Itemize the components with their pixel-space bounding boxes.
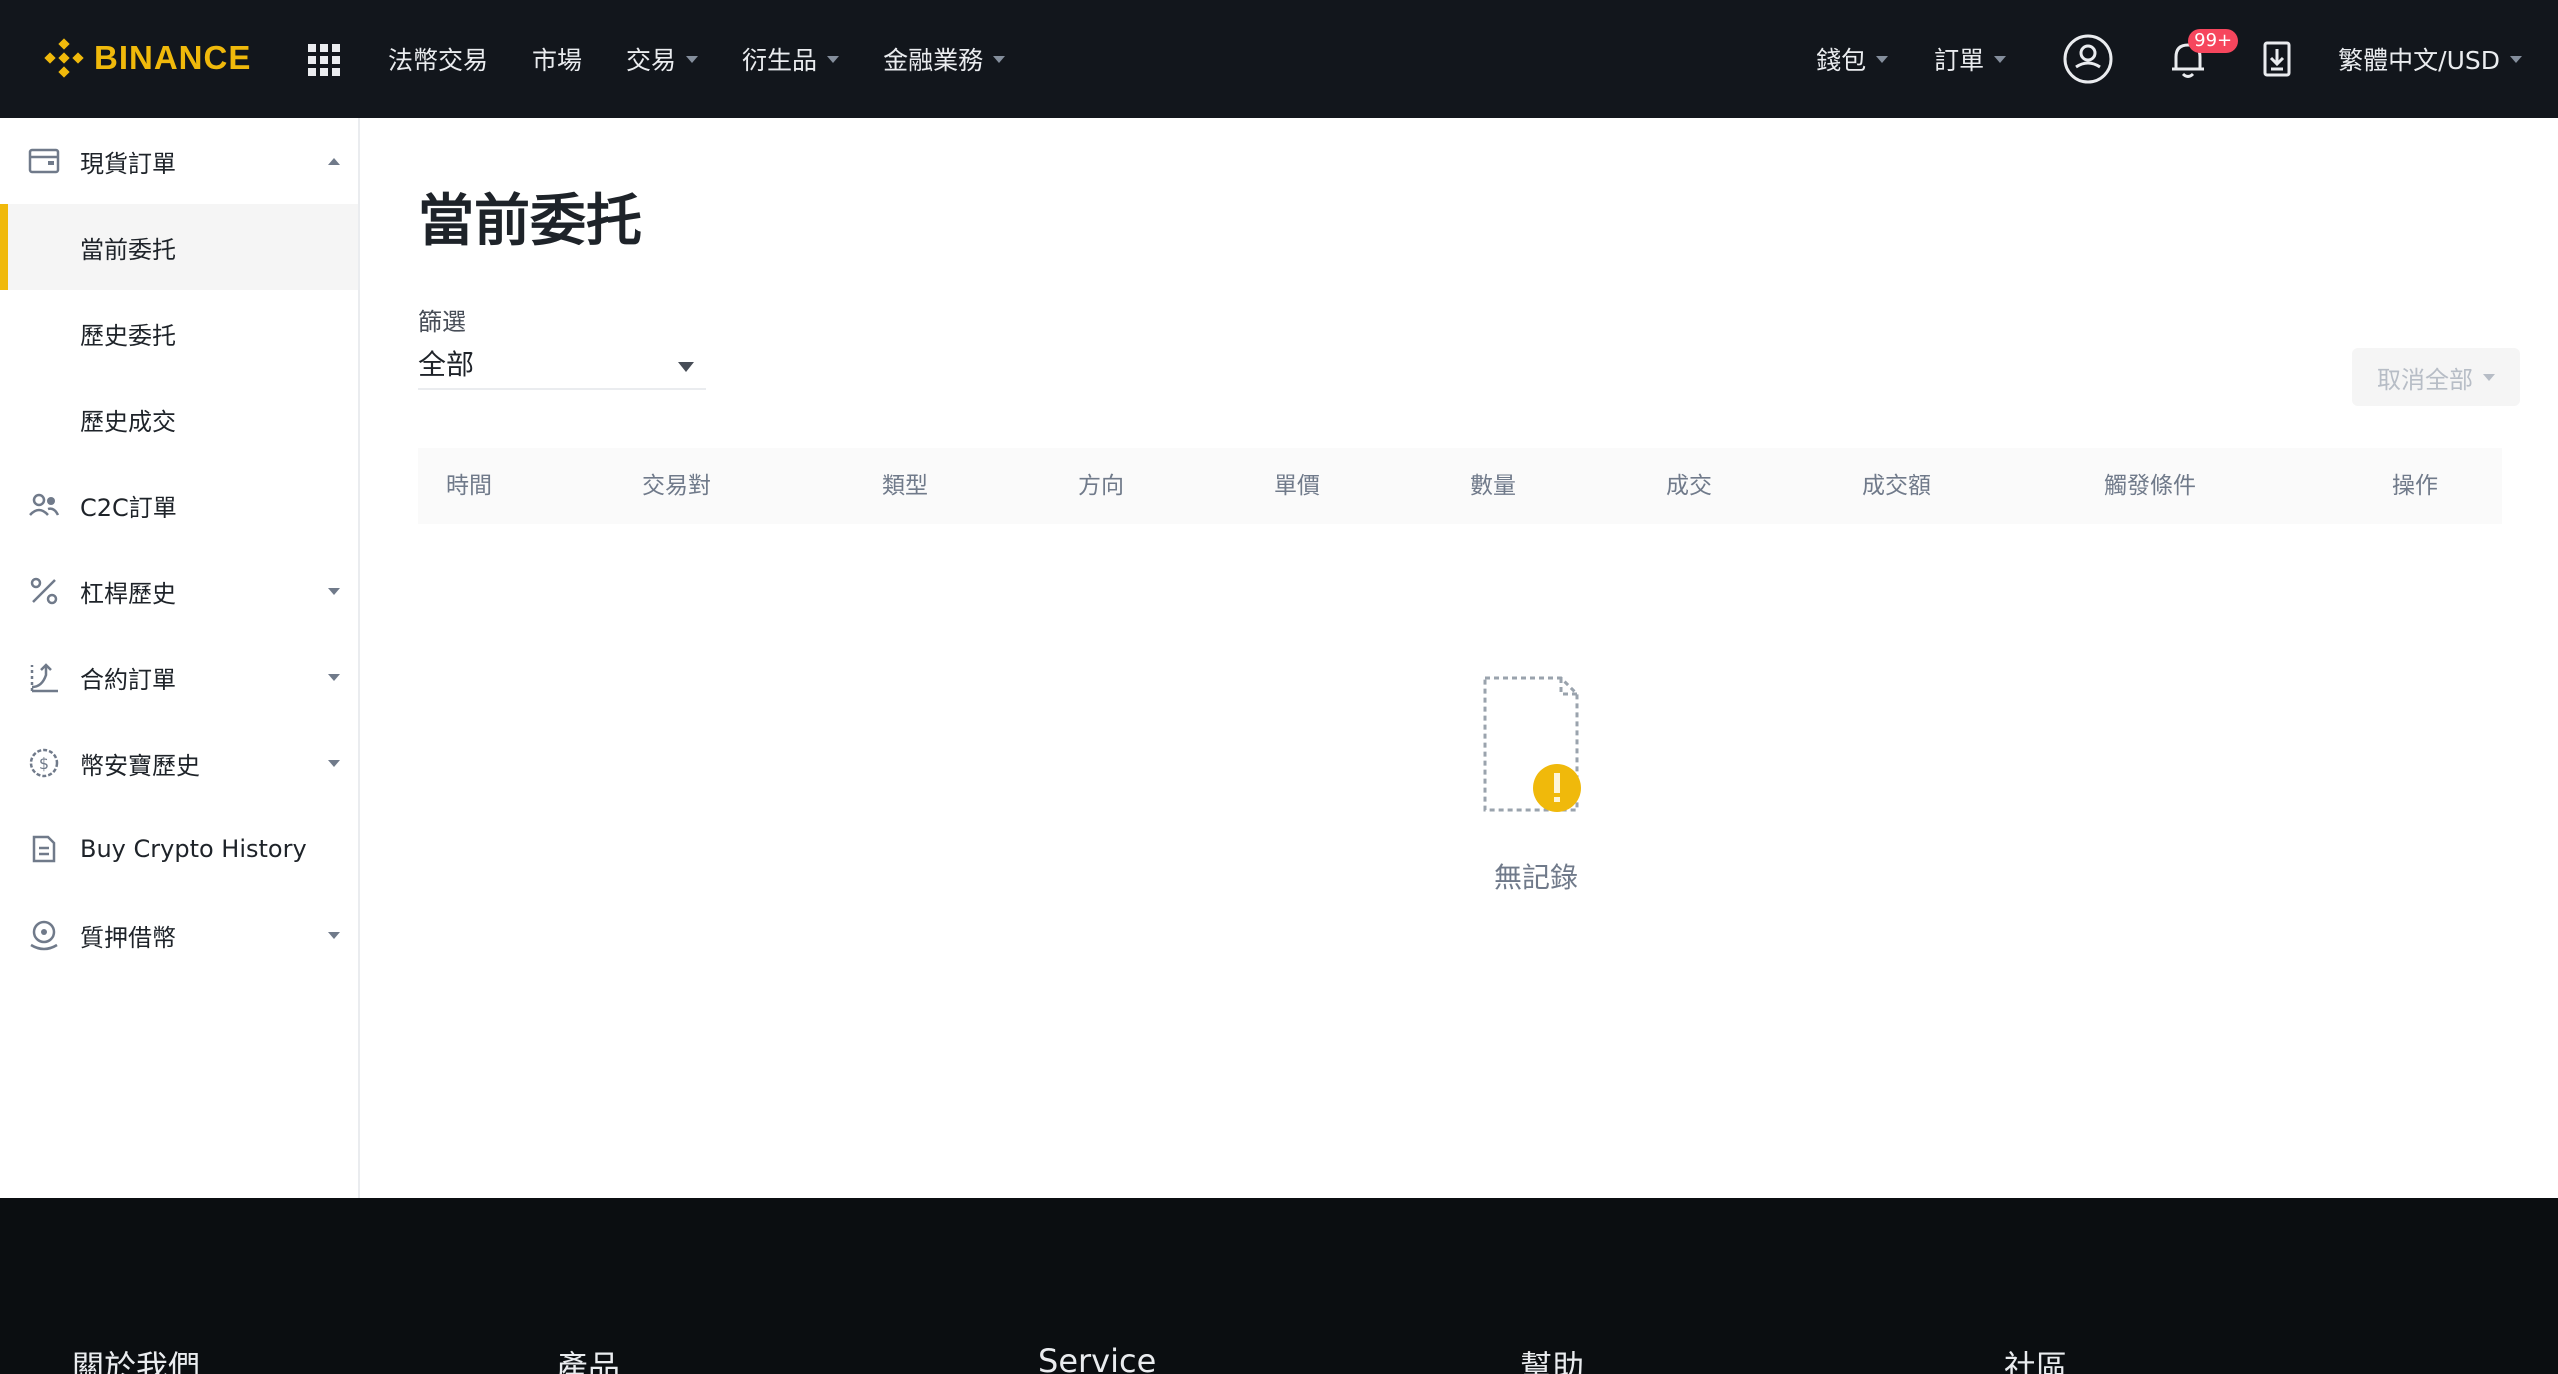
sidebar-item-buy-crypto-history[interactable]: Buy Crypto History [0, 806, 358, 892]
sidebar-item-c2c-orders[interactable]: C2C訂單 [0, 462, 358, 548]
column-pair: 交易對 [642, 473, 711, 499]
nav-derivatives[interactable]: 衍生品 [742, 41, 840, 77]
sidebar-item-crypto-loans[interactable]: 質押借幣 [0, 892, 358, 978]
chevron-down-icon [328, 588, 340, 595]
document-icon [28, 833, 60, 865]
notification-badge: 99+ [2188, 29, 2239, 53]
column-action: 操作 [2392, 473, 2438, 499]
language-currency-menu[interactable]: 繁體中文/USD [2338, 41, 2522, 77]
empty-document-icon [1481, 674, 1591, 824]
main-content: 當前委托 篩選 全部 取消全部 時間 交易對 類型 方向 單價 數量 成交 成交… [362, 118, 2558, 1198]
language-label: 繁體中文/USD [2338, 46, 2500, 75]
chevron-down-icon [2483, 373, 2495, 381]
svg-text:$: $ [39, 754, 49, 773]
apps-grid-icon[interactable] [308, 44, 340, 76]
notifications-button[interactable]: 99+ [2170, 29, 2239, 79]
sidebar-item-label: 合約訂單 [80, 665, 176, 694]
wallet-icon [28, 145, 60, 177]
download-icon [2263, 41, 2291, 77]
main-nav: 法幣交易 市場 交易 衍生品 金融業務 [388, 0, 1049, 118]
sidebar-item-spot-orders[interactable]: 現貨訂單 [0, 118, 358, 204]
chevron-down-icon [328, 760, 340, 767]
binance-logo[interactable]: BINANCE [44, 38, 251, 78]
footer-community[interactable]: 社區 [2004, 1342, 2068, 1374]
orders-table-header: 時間 交易對 類型 方向 單價 數量 成交 成交額 觸發條件 操作 [418, 448, 2502, 524]
column-trigger-conditions: 觸發條件 [2104, 473, 2196, 499]
futures-icon [28, 661, 60, 693]
page-title: 當前委托 [418, 189, 642, 254]
sidebar-sub-open-orders[interactable]: 當前委托 [0, 204, 358, 290]
top-nav-bar: BINANCE 法幣交易 市場 交易 衍生品 金融業務 錢包 訂單 99+ 繁體… [0, 0, 2558, 118]
savings-icon: $ [28, 747, 60, 779]
sidebar-item-label: 幣安寶歷史 [80, 751, 200, 780]
chevron-down-icon [328, 674, 340, 681]
chevron-down-icon [328, 932, 340, 939]
header-right: 錢包 訂單 99+ 繁體中文/USD [1770, 0, 2522, 118]
loan-icon [28, 919, 60, 951]
sidebar-item-label: C2C訂單 [80, 493, 177, 522]
filter-label: 篩選 [418, 308, 466, 336]
column-time: 時間 [446, 473, 492, 499]
binance-logo-icon [44, 38, 84, 78]
column-total: 成交額 [1862, 473, 1931, 499]
empty-state-text: 無記錄 [1493, 861, 1578, 894]
chevron-up-icon [328, 158, 340, 165]
nav-label: 金融業務 [883, 46, 984, 75]
cancel-all-button[interactable]: 取消全部 [2352, 348, 2520, 406]
wallet-label: 錢包 [1816, 46, 1867, 75]
empty-state: 無記錄 [1436, 674, 1636, 896]
column-type: 類型 [882, 473, 928, 499]
sidebar-item-label: 當前委托 [80, 235, 176, 264]
footer-about[interactable]: 關於我們 [72, 1342, 200, 1374]
footer-service[interactable]: Service [1038, 1342, 1156, 1374]
filter-value: 全部 [418, 348, 475, 381]
column-price: 單價 [1274, 473, 1320, 499]
sidebar-item-margin-history[interactable]: 杠桿歷史 [0, 548, 358, 634]
user-circle-icon [2063, 34, 2113, 84]
wallet-menu[interactable]: 錢包 [1816, 41, 1889, 77]
nav-finance[interactable]: 金融業務 [883, 41, 1006, 77]
sidebar-item-label: 歷史委托 [80, 321, 176, 350]
sidebar: 現貨訂單 當前委托 歷史委托 歷史成交 C2C訂單 杠桿歷史 合約訂單 $ 幣安… [0, 118, 360, 1198]
sidebar-item-label: 杠桿歷史 [80, 579, 176, 608]
download-button[interactable] [2262, 40, 2292, 78]
sidebar-item-label: 現貨訂單 [80, 149, 176, 178]
orders-label: 訂單 [1934, 46, 1985, 75]
chevron-down-icon [686, 55, 699, 63]
user-account-button[interactable] [2062, 33, 2114, 85]
percent-icon [28, 575, 60, 607]
column-amount: 數量 [1470, 473, 1516, 499]
logo-text: BINANCE [94, 39, 252, 76]
nav-trade[interactable]: 交易 [626, 41, 699, 77]
sidebar-item-futures-orders[interactable]: 合約訂單 [0, 634, 358, 720]
caret-down-icon [678, 362, 694, 372]
column-filled: 成交 [1666, 473, 1712, 499]
nav-label: 法幣交易 [388, 46, 489, 75]
footer-products[interactable]: 產品 [556, 1342, 620, 1374]
nav-label: 市場 [532, 46, 583, 75]
sidebar-item-label: Buy Crypto History [80, 835, 307, 863]
footer-help[interactable]: 幫助 [1520, 1342, 1584, 1374]
chevron-down-icon [993, 55, 1006, 63]
nav-label: 衍生品 [742, 46, 818, 75]
chevron-down-icon [1876, 55, 1889, 63]
sidebar-sub-order-history[interactable]: 歷史委托 [0, 290, 358, 376]
column-side: 方向 [1078, 473, 1124, 499]
nav-markets[interactable]: 市場 [532, 41, 582, 77]
sidebar-item-label: 質押借幣 [80, 923, 176, 952]
nav-label: 交易 [626, 46, 677, 75]
filter-select[interactable]: 全部 [418, 338, 706, 390]
footer: 關於我們 產品 Service 幫助 社區 [0, 1198, 2558, 1374]
cancel-all-label: 取消全部 [2377, 365, 2473, 394]
orders-menu[interactable]: 訂單 [1934, 41, 2007, 77]
chevron-down-icon [1994, 55, 2007, 63]
sidebar-item-label: 歷史成交 [80, 407, 176, 436]
sidebar-sub-trade-history[interactable]: 歷史成交 [0, 376, 358, 462]
nav-fiat-trade[interactable]: 法幣交易 [388, 41, 488, 77]
sidebar-item-savings-history[interactable]: $ 幣安寶歷史 [0, 720, 358, 806]
chevron-down-icon [2510, 55, 2522, 63]
users-icon [28, 489, 60, 521]
chevron-down-icon [827, 55, 840, 63]
